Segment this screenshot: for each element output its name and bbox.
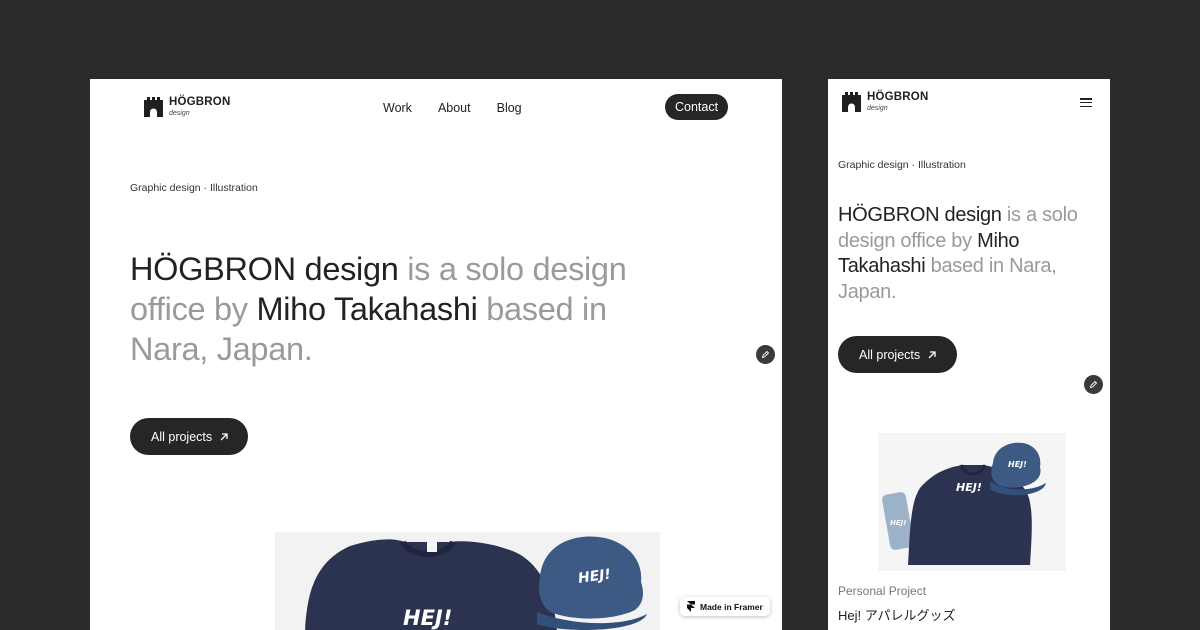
all-projects-button[interactable]: All projects [838,336,958,373]
apparel-photo-icon: HEJ! HEJ! HEJ! [882,442,1046,565]
arrow-up-right-icon [220,432,228,440]
brand-logo-mobile[interactable]: HÖGBRON design [842,92,928,112]
contact-button[interactable]: Contact [665,94,729,120]
edit-button[interactable] [1084,375,1103,394]
pencil-icon [1089,380,1098,389]
nav-work[interactable]: Work [383,101,412,115]
phone-case-print: HEJ! [890,519,906,527]
project-photo[interactable]: HEJ! HEJ! [275,532,660,630]
pencil-icon [761,350,770,359]
edit-button[interactable] [756,345,775,364]
headline-brand: HÖGBRON design [130,251,399,287]
made-in-framer-badge[interactable]: Made in Framer [680,597,770,616]
desktop-preview: HÖGBRON design Work About Blog Contact G… [90,79,782,630]
project-thumbnail[interactable]: HEJ! HEJ! HEJ! [878,433,1066,571]
brand-name: HÖGBRON [867,91,929,104]
project-category: Personal Project [838,584,927,598]
hamburger-line [1080,105,1092,107]
service-tags: Graphic design · Illustration [838,159,966,171]
main-nav: Work About Blog [383,101,522,115]
arrow-up-right-icon [928,350,936,358]
brand-name: HÖGBRON [169,96,231,109]
castle-logo-icon [144,97,163,117]
project-title[interactable]: Hej! アパレルグッズ [838,605,955,624]
brand-subtitle: design [867,104,888,112]
menu-toggle[interactable] [1080,98,1092,107]
hero-headline: HÖGBRON design is a solo design office b… [838,203,1100,305]
cap-print: HEJ! [1008,460,1027,469]
mobile-preview: HÖGBRON design Graphic design · Illustra… [828,79,1110,630]
headline-brand: HÖGBRON design [838,204,1002,226]
hamburger-menu-icon [1080,98,1092,100]
service-tags: Graphic design · Illustration [130,182,258,194]
all-projects-button[interactable]: All projects [130,418,249,455]
framer-logo-icon [687,601,695,612]
brand-subtitle: design [169,109,190,117]
headline-person: Miho Takahashi [256,291,478,327]
castle-logo-icon [842,92,861,112]
hero-headline: HÖGBRON design is a solo design office b… [130,249,670,369]
hamburger-line [1080,101,1092,104]
nav-blog[interactable]: Blog [497,101,522,115]
apparel-print: HEJ! [403,606,452,630]
framer-badge-label: Made in Framer [700,601,763,612]
nav-about[interactable]: About [438,101,471,115]
all-projects-label: All projects [859,347,921,362]
apparel-print: HEJ! [956,481,982,494]
brand-logo[interactable]: HÖGBRON design [144,97,230,117]
all-projects-label: All projects [151,429,213,444]
apparel-photo-icon: HEJ! HEJ! [305,536,647,630]
